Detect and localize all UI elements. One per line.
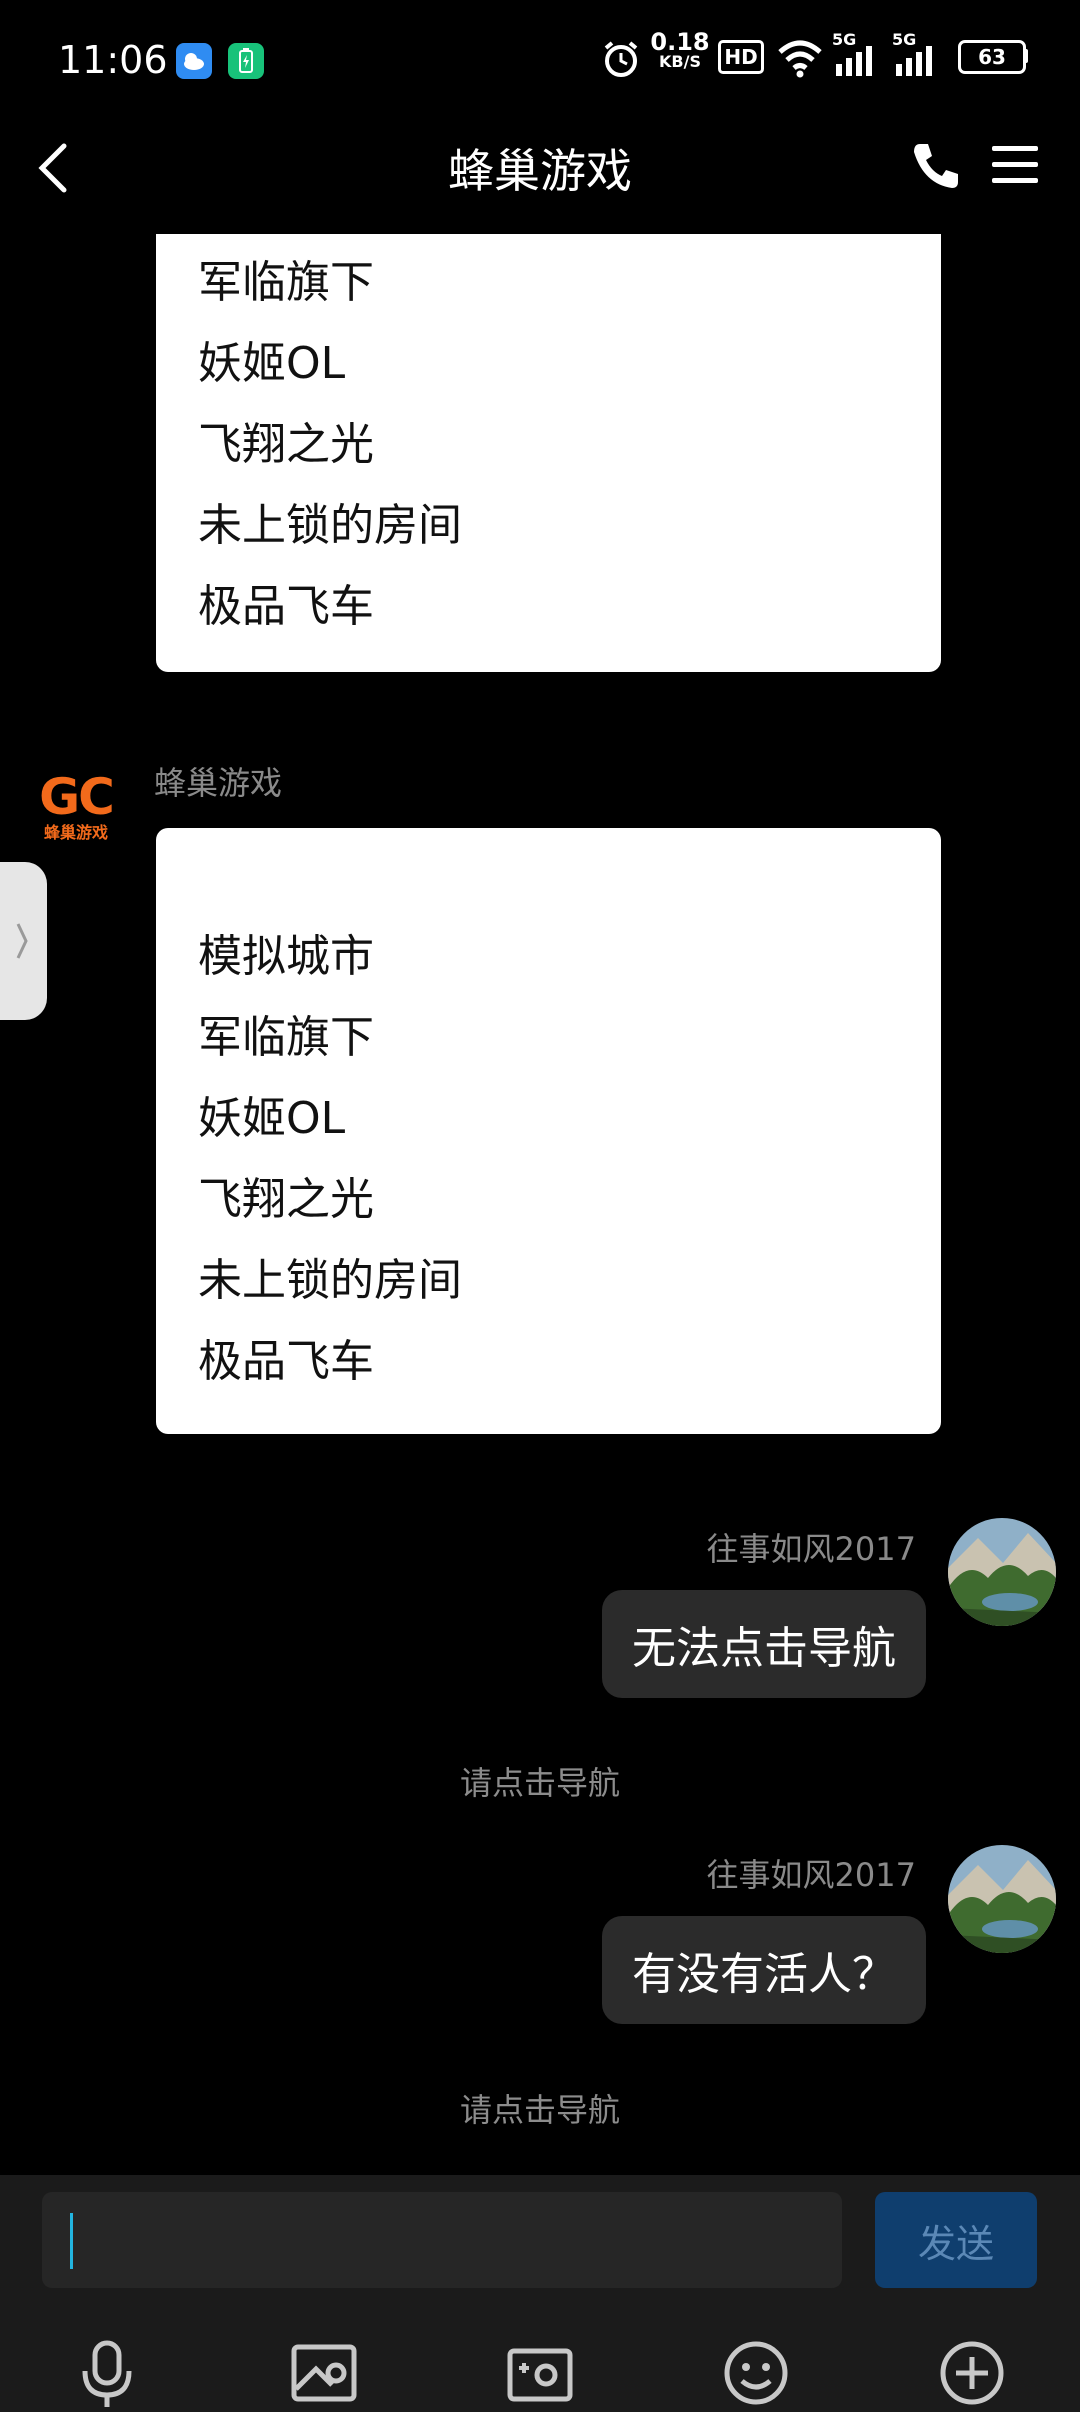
battery-tip — [1024, 49, 1028, 63]
game-list-item[interactable]: 模拟城市 — [198, 916, 941, 997]
bot-logo-sub: 蜂巢游戏 — [43, 823, 108, 842]
user-avatar[interactable] — [948, 1845, 1056, 1953]
battery-app-icon — [228, 43, 264, 79]
game-list-item[interactable]: 极品飞车 — [198, 566, 941, 647]
game-list-item[interactable]: 未上锁的房间 — [198, 1240, 941, 1321]
hd-label: HD — [724, 45, 758, 69]
hd-badge: HD — [718, 40, 764, 74]
weather-app-icon — [176, 43, 212, 79]
system-message: 请点击导航 — [459, 2091, 620, 2129]
text-caret — [70, 2213, 73, 2269]
sender-name: 往事如风2017 — [706, 1856, 916, 1894]
bot-message-card: 军临旗下 妖姬OL 飞翔之光 未上锁的房间 极品飞车 — [156, 234, 941, 672]
call-button[interactable] — [908, 138, 964, 194]
battery-level: 63 — [978, 45, 1006, 69]
game-list-item[interactable]: 极品飞车 — [198, 1321, 941, 1402]
battery-indicator: 63 — [958, 40, 1026, 74]
sender-name: 蜂巢游戏 — [154, 764, 283, 802]
net-speed-unit: KB/S — [659, 52, 701, 71]
signal-5g-2: 5G — [892, 30, 932, 76]
send-button[interactable]: 发送 — [875, 2192, 1037, 2288]
user-message-bubble: 无法点击导航 — [602, 1590, 926, 1698]
signal-bars-icon — [836, 46, 872, 76]
game-list-item[interactable]: 未上锁的房间 — [198, 485, 941, 566]
emoji-icon[interactable] — [720, 2337, 792, 2409]
game-list-item[interactable]: 军临旗下 — [198, 997, 941, 1078]
wifi-icon — [778, 40, 822, 78]
game-list-item[interactable]: 飞翔之光 — [198, 404, 941, 485]
bot-avatar[interactable]: GC 蜂巢游戏 — [34, 770, 118, 850]
bot-logo-text: GC — [39, 768, 115, 826]
system-message: 请点击导航 — [459, 1764, 620, 1802]
image-icon[interactable] — [288, 2337, 360, 2409]
phone-icon — [914, 144, 958, 188]
signal-bars-icon — [896, 46, 932, 76]
microphone-icon[interactable] — [71, 2337, 143, 2409]
bot-message-card: 模拟城市 军临旗下 妖姬OL 飞翔之光 未上锁的房间 极品飞车 — [156, 828, 941, 1434]
composer-bar: 发送 — [0, 2175, 1080, 2412]
status-time: 11:06 — [58, 38, 168, 82]
status-icons: 0.18 KB/S HD 5G 5G 63 — [600, 30, 1080, 90]
game-list-item[interactable]: 飞翔之光 — [198, 1159, 941, 1240]
sender-name: 往事如风2017 — [706, 1530, 916, 1568]
game-list-item[interactable]: 军临旗下 — [198, 242, 941, 323]
user-message-bubble: 有没有活人？ — [602, 1916, 926, 2024]
plus-icon[interactable] — [936, 2337, 1008, 2409]
menu-button[interactable] — [990, 140, 1040, 190]
landscape-avatar-icon — [948, 1845, 1056, 1953]
hamburger-icon — [992, 146, 1038, 183]
net-speed-value: 0.18 — [650, 28, 710, 56]
alarm-icon — [604, 41, 638, 77]
signal-5g-1: 5G — [832, 30, 872, 76]
game-list-item[interactable]: 妖姬OL — [198, 1078, 941, 1159]
user-avatar[interactable] — [948, 1518, 1056, 1626]
side-drawer-handle[interactable] — [0, 862, 47, 1020]
camera-icon[interactable] — [504, 2337, 576, 2409]
message-input[interactable] — [42, 2192, 842, 2288]
landscape-avatar-icon — [948, 1518, 1056, 1626]
chevron-right-icon — [16, 923, 28, 959]
game-list-item[interactable]: 妖姬OL — [198, 323, 941, 404]
